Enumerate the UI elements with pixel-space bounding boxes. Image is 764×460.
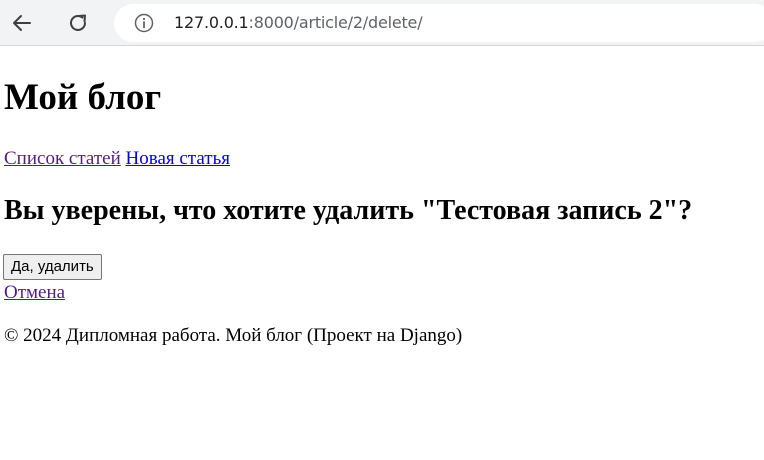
page-content: Мой блог Список статей Новая статья Вы у… bbox=[0, 47, 764, 460]
cancel-link[interactable]: Отмена bbox=[4, 282, 65, 304]
site-nav: Список статей Новая статья bbox=[4, 148, 230, 170]
site-title: Мой блог bbox=[4, 77, 162, 118]
back-button[interactable] bbox=[6, 7, 38, 39]
confirm-delete-button[interactable]: Да, удалить bbox=[3, 254, 102, 280]
url-text[interactable]: 127.0.0.1:8000/article/2/delete/ bbox=[174, 13, 423, 33]
arrow-left-icon bbox=[13, 15, 31, 31]
browser-toolbar: 127.0.0.1:8000/article/2/delete/ bbox=[0, 0, 764, 46]
reload-icon bbox=[70, 14, 86, 31]
address-bar[interactable]: 127.0.0.1:8000/article/2/delete/ bbox=[114, 4, 764, 42]
url-host: 127.0.0.1 bbox=[174, 13, 249, 32]
nav-link-articles-list[interactable]: Список статей bbox=[4, 148, 121, 169]
url-path: :8000/article/2/delete/ bbox=[248, 13, 423, 32]
reload-button[interactable] bbox=[62, 7, 94, 39]
info-icon[interactable] bbox=[134, 13, 154, 33]
footer-text: © 2024 Дипломная работа. Мой блог (Проек… bbox=[4, 325, 463, 346]
nav-link-new-article[interactable]: Новая статья bbox=[126, 148, 230, 169]
delete-confirm-heading: Вы уверены, что хотите удалить "Тестовая… bbox=[4, 195, 693, 226]
